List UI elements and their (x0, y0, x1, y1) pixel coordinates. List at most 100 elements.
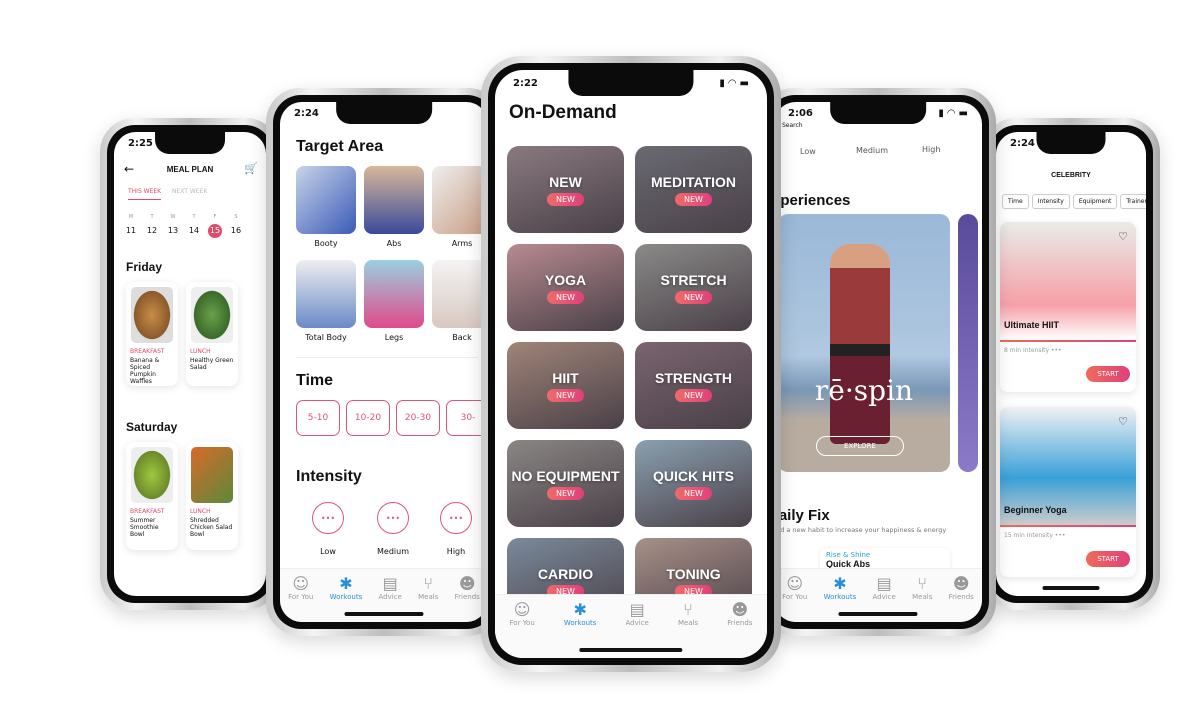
tab-next-week[interactable]: NEXT WEEK (172, 188, 207, 195)
phone-meal-plan: 2:25 ← MEAL PLAN 🛒 THIS WEEK NEXT WEEK M… (100, 118, 280, 610)
new-badge: NEW (547, 192, 584, 206)
category-label: HIIT (552, 369, 579, 386)
intensity-medium-button[interactable]: ••• (377, 502, 409, 534)
category-tile[interactable]: STRENGTH NEW (635, 342, 752, 429)
intensity-high-button[interactable]: ••• (440, 502, 472, 534)
date[interactable]: 16 (229, 224, 243, 238)
filter-chip[interactable]: Equipment (1072, 194, 1118, 209)
document-icon: ▤ (382, 574, 398, 593)
target-tile[interactable] (432, 166, 488, 234)
category-tile[interactable]: NO EQUIPMENT NEW (507, 440, 624, 527)
meal-type: LUNCH (190, 508, 211, 515)
intensity-low-button[interactable]: ••• (312, 502, 344, 534)
time-chip[interactable]: 10-20 (346, 400, 390, 436)
meal-card[interactable]: BREAKFAST Summer Smoothie Bowl (126, 442, 178, 550)
time-chip[interactable]: 20-30 (396, 400, 440, 436)
nav-friends[interactable]: ☻ Friends (727, 601, 752, 658)
back-link[interactable]: Search (782, 122, 803, 129)
tab-this-week[interactable]: THIS WEEK (128, 188, 162, 200)
section-title: Experiences (774, 192, 851, 209)
document-icon: ▤ (629, 600, 645, 619)
intensity-label[interactable]: Low (800, 147, 816, 156)
category-label: NO EQUIPMENT (511, 467, 620, 484)
heart-icon[interactable]: ♡ (1118, 415, 1128, 428)
day-heading: Saturday (126, 420, 178, 434)
intensity-label[interactable]: Medium (856, 146, 888, 155)
meal-card[interactable]: BREAKFAST Banana & Spiced Pumpkin Waffles (126, 282, 178, 386)
category-tile[interactable]: STRETCH NEW (635, 244, 752, 331)
category-label: QUICK HITS (653, 467, 734, 484)
target-label: Back (452, 333, 472, 342)
filter-chip[interactable]: Intensity (1031, 194, 1070, 209)
category-label: TONING (666, 565, 721, 582)
section-title: Daily Fix (774, 507, 830, 524)
new-badge: NEW (547, 388, 584, 402)
workout-title: Beginner Yoga (1004, 505, 1067, 515)
category-label: YOGA (544, 271, 587, 288)
status-time: 2:22 (513, 78, 538, 89)
meal-card[interactable]: LUNCH Healthy Green Salad (186, 282, 238, 386)
category-tile[interactable]: YOGA NEW (507, 244, 624, 331)
date[interactable]: 13 (166, 224, 180, 238)
fork-knife-icon: ⑂ (683, 600, 693, 619)
date[interactable]: 14 (187, 224, 201, 238)
category-tile[interactable]: NEW NEW (507, 146, 624, 233)
nav-for-you[interactable]: ☺ For You (510, 601, 535, 658)
section-title: Intensity (296, 468, 362, 485)
category-label: CARDIO (537, 565, 594, 582)
meal-card[interactable]: LUNCH Shredded Chicken Salad Bowl (186, 442, 238, 550)
target-tile[interactable] (432, 260, 488, 328)
target-tile[interactable] (364, 166, 424, 234)
experience-card[interactable]: rē·spin EXPLORE (778, 214, 950, 472)
date-selected[interactable]: 15 (208, 224, 222, 238)
intensity-label: Low (320, 547, 336, 556)
fork-knife-icon: ⑂ (423, 574, 434, 593)
workout-card[interactable]: Ultimate HIIT ♡ 8 min Intensity ••• STAR… (1000, 222, 1136, 392)
target-tile[interactable] (364, 260, 424, 328)
new-badge: NEW (675, 388, 712, 402)
nav-friends[interactable]: ☻ Friends (455, 575, 480, 622)
category-tile[interactable]: MEDITATION NEW (635, 146, 752, 233)
time-chip[interactable]: 5-10 (296, 400, 340, 436)
workout-figure-icon: ✱ (339, 574, 353, 593)
document-icon: ▤ (876, 574, 892, 593)
filter-chip[interactable]: Time (1002, 194, 1029, 209)
workout-meta: 15 min Intensity ••• (1004, 532, 1066, 539)
category-tile[interactable]: HIIT NEW (507, 342, 624, 429)
category-label: NEW (549, 173, 582, 190)
target-tile[interactable] (296, 166, 356, 234)
phone-celebrity: 2:24 CELEBRITY Time Intensity Equipment … (982, 118, 1160, 610)
filter-chip[interactable]: Trainer (1120, 194, 1146, 209)
workout-figure-icon: ✱ (573, 600, 587, 619)
cart-icon[interactable]: 🛒 (244, 162, 258, 175)
weekday: S (234, 214, 238, 220)
meal-type: LUNCH (190, 348, 211, 355)
meal-name: Shredded Chicken Salad Bowl (190, 517, 233, 538)
page-title: On-Demand (509, 102, 617, 123)
date[interactable]: 11 (124, 224, 138, 238)
nav-for-you[interactable]: ☺ For You (288, 575, 313, 622)
nav-for-you[interactable]: ☺ For You (782, 575, 807, 622)
nav-friends[interactable]: ☻ Friends (949, 575, 974, 622)
daily-tag: Rise & Shine (826, 551, 871, 559)
category-label: MEDITATION (650, 173, 737, 190)
start-button[interactable]: START (1086, 551, 1130, 567)
intensity-label[interactable]: High (922, 145, 940, 154)
friends-icon: ☻ (952, 574, 970, 593)
explore-button[interactable]: EXPLORE (816, 436, 904, 456)
new-badge: NEW (675, 290, 712, 304)
user-icon: ☺ (292, 574, 310, 593)
fork-knife-icon: ⑂ (917, 574, 928, 593)
heart-icon[interactable]: ♡ (1118, 230, 1128, 243)
category-tile[interactable]: QUICK HITS NEW (635, 440, 752, 527)
target-tile[interactable] (296, 260, 356, 328)
weekday: T (192, 214, 196, 220)
section-title: Target Area (296, 138, 384, 155)
new-badge: NEW (675, 192, 712, 206)
target-label: Arms (451, 239, 473, 248)
start-button[interactable]: START (1086, 366, 1130, 382)
workout-meta: 8 min Intensity ••• (1004, 347, 1062, 354)
date[interactable]: 12 (145, 224, 159, 238)
workout-card[interactable]: Beginner Yoga ♡ 15 min Intensity ••• STA… (1000, 407, 1136, 577)
target-label: Booty (314, 239, 338, 248)
